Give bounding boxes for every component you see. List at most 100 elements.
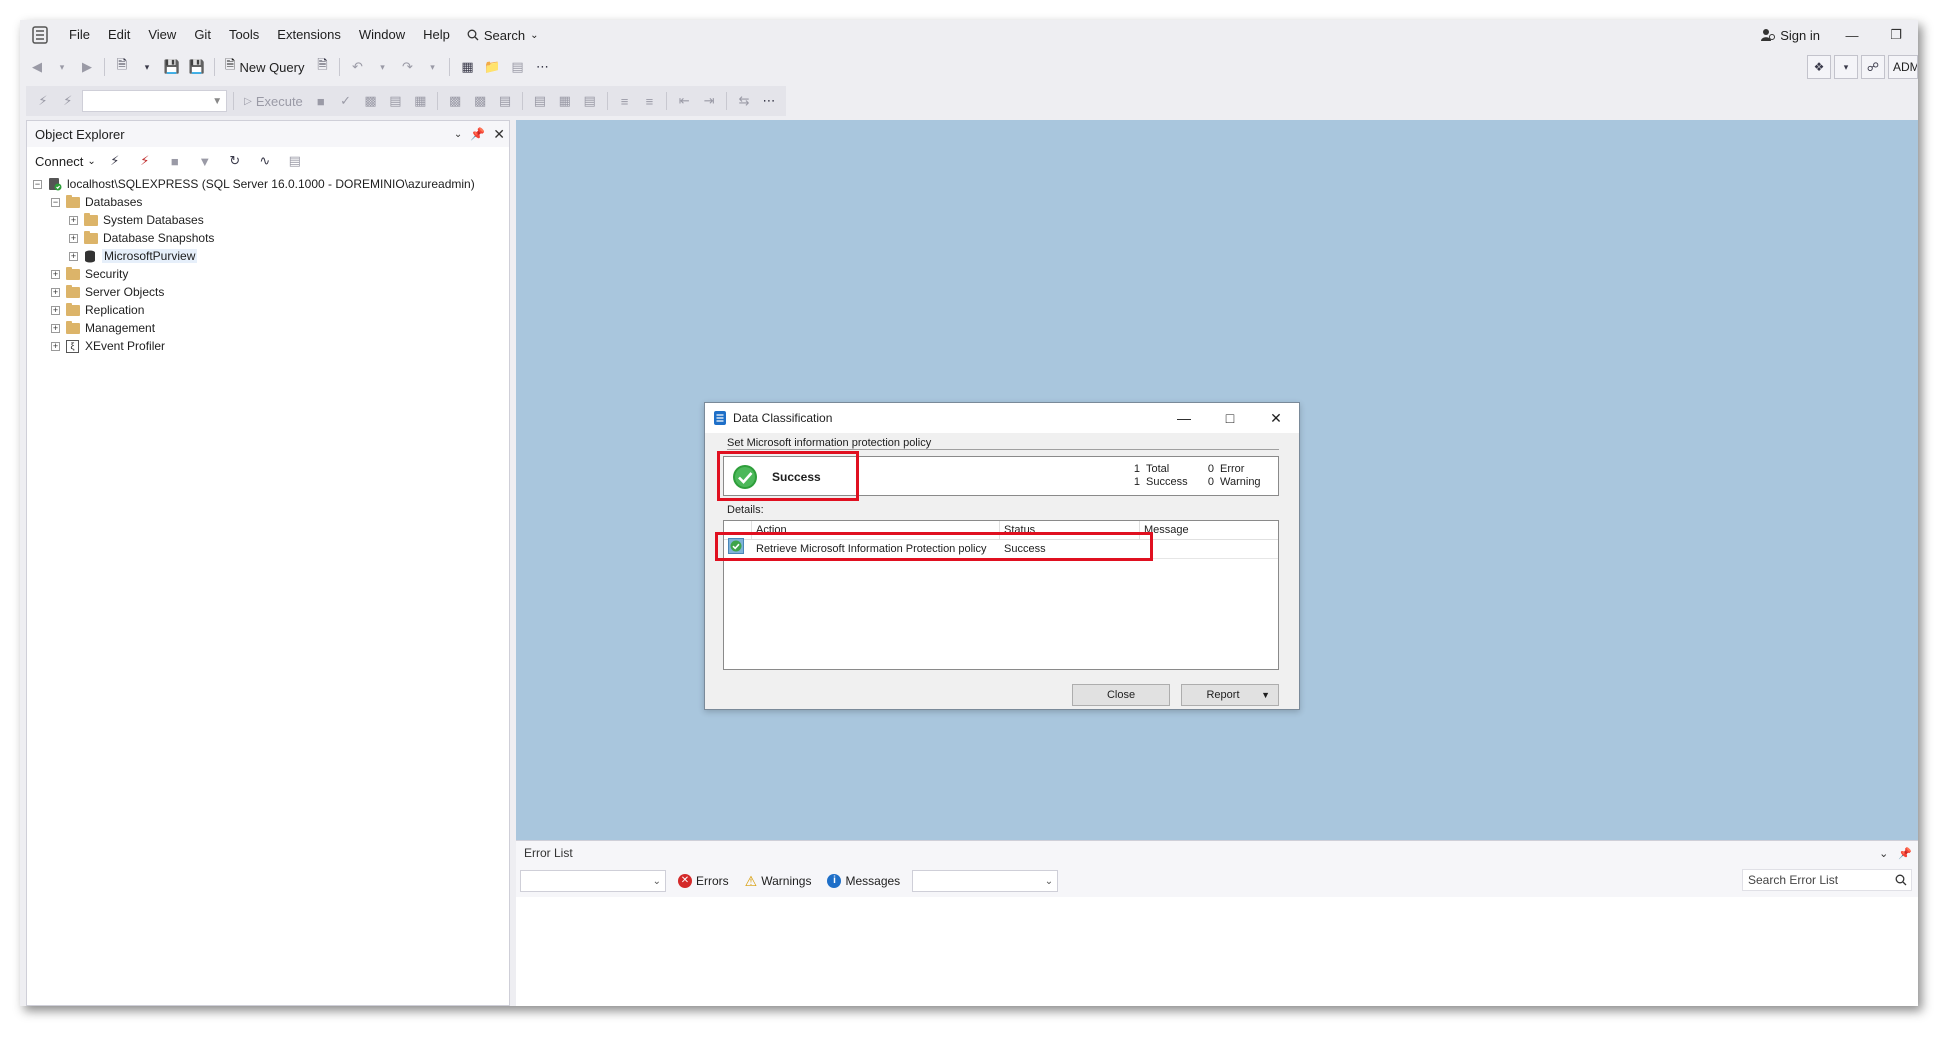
activity-monitor-icon[interactable]: ▦ bbox=[456, 56, 478, 78]
pin-icon[interactable]: 📌 bbox=[1898, 847, 1912, 860]
execute-button[interactable]: ▷ Execute bbox=[240, 94, 307, 109]
chevron-down-icon[interactable]: ▾ bbox=[421, 56, 443, 78]
expand-toggle[interactable]: + bbox=[69, 215, 78, 225]
undo-icon[interactable]: ↶ bbox=[346, 56, 368, 78]
results-grid-icon[interactable]: ▦ bbox=[554, 90, 576, 112]
change-connection-icon[interactable]: ⚡ bbox=[57, 90, 79, 112]
collapse-toggle[interactable]: − bbox=[33, 179, 42, 189]
menu-edit[interactable]: Edit bbox=[99, 20, 139, 50]
properties-icon[interactable]: ▤ bbox=[506, 56, 528, 78]
results-file-icon[interactable]: ▤ bbox=[579, 90, 601, 112]
refresh-icon[interactable]: ↻ bbox=[224, 150, 246, 172]
chevron-down-icon[interactable]: ▾ bbox=[136, 56, 158, 78]
expand-toggle[interactable]: + bbox=[51, 323, 60, 333]
live-stats-icon[interactable]: ▩ bbox=[469, 90, 491, 112]
summary-icon[interactable]: ▤ bbox=[284, 150, 306, 172]
open-file-icon[interactable]: 📁 bbox=[481, 56, 503, 78]
display-plan-icon[interactable]: ▩ bbox=[360, 90, 382, 112]
stop-icon[interactable]: ■ bbox=[164, 150, 186, 172]
activity-icon[interactable]: ∿ bbox=[254, 150, 276, 172]
expand-toggle[interactable]: + bbox=[51, 287, 60, 297]
parse-icon[interactable]: ✓ bbox=[335, 90, 357, 112]
dialog-close-button[interactable]: ✕ bbox=[1253, 403, 1299, 433]
report-button[interactable]: Report ▼ bbox=[1181, 684, 1279, 706]
folder-icon bbox=[66, 194, 80, 208]
uncomment-icon[interactable]: ≡ bbox=[638, 90, 660, 112]
save-icon[interactable]: 💾 bbox=[161, 56, 183, 78]
connect-plug-icon[interactable]: ⚡ bbox=[104, 150, 126, 172]
more-icon[interactable]: ⋯ bbox=[758, 90, 780, 112]
save-all-icon[interactable]: 💾 bbox=[186, 56, 208, 78]
pin-icon[interactable]: 📌 bbox=[470, 127, 485, 141]
expand-toggle[interactable]: + bbox=[51, 305, 60, 315]
disconnect-icon[interactable]: ⚡ bbox=[134, 150, 156, 172]
tree-node-database-snapshots[interactable]: + Database Snapshots bbox=[33, 229, 509, 247]
dialog-minimize-button[interactable]: — bbox=[1161, 403, 1207, 433]
stop-icon[interactable]: ■ bbox=[310, 90, 332, 112]
tree-node-management[interactable]: + Management bbox=[33, 319, 509, 337]
minimize-button[interactable]: — bbox=[1830, 20, 1874, 50]
tree-node-microsoftpurview[interactable]: + MicrosoftPurview bbox=[33, 247, 509, 265]
menu-help[interactable]: Help bbox=[414, 20, 459, 50]
database-selector[interactable]: ▼ bbox=[81, 90, 228, 112]
connect-dropdown[interactable]: Connect ⌄ bbox=[35, 154, 96, 169]
expand-toggle[interactable]: + bbox=[69, 233, 78, 243]
new-project-icon[interactable]: 🗎 bbox=[111, 56, 133, 78]
connect-icon[interactable]: ⚡ bbox=[32, 90, 54, 112]
results-text-icon[interactable]: ▤ bbox=[529, 90, 551, 112]
expand-toggle[interactable]: + bbox=[51, 341, 60, 351]
tree-node-security[interactable]: + Security bbox=[33, 265, 509, 283]
chevron-down-icon[interactable]: ▾ bbox=[51, 56, 73, 78]
menu-file[interactable]: File bbox=[60, 20, 99, 50]
messages-filter[interactable]: i Messages bbox=[823, 874, 904, 888]
errors-filter[interactable]: ✕ Errors bbox=[674, 874, 733, 888]
menu-extensions[interactable]: Extensions bbox=[268, 20, 350, 50]
comment-icon[interactable]: ≡ bbox=[614, 90, 636, 112]
back-icon[interactable]: ◀ bbox=[26, 56, 48, 78]
dialog-maximize-button[interactable]: □ bbox=[1207, 403, 1253, 433]
expand-toggle[interactable]: + bbox=[69, 251, 78, 261]
sign-in-button[interactable]: Sign in bbox=[1751, 28, 1830, 43]
close-icon[interactable]: ✕ bbox=[493, 126, 505, 143]
tree-node-replication[interactable]: + Replication bbox=[33, 301, 509, 319]
menu-view[interactable]: View bbox=[139, 20, 185, 50]
client-stats-icon[interactable]: ▤ bbox=[494, 90, 516, 112]
query-designer-icon[interactable]: ▤ bbox=[384, 90, 406, 112]
expand-toggle[interactable]: + bbox=[51, 269, 60, 279]
build-filter-selector[interactable]: ⌄ bbox=[912, 870, 1059, 892]
menu-window[interactable]: Window bbox=[350, 20, 414, 50]
menu-tools[interactable]: Tools bbox=[220, 20, 268, 50]
message-column-header[interactable]: Message bbox=[1140, 521, 1278, 539]
restore-button[interactable]: ❐ bbox=[1874, 20, 1918, 50]
chevron-down-icon[interactable]: ⌄ bbox=[1879, 847, 1888, 860]
menu-search[interactable]: Search ⌄ bbox=[459, 28, 547, 43]
specify-values-icon[interactable]: ⇆ bbox=[733, 90, 755, 112]
menu-git[interactable]: Git bbox=[185, 20, 220, 50]
copilot-icon[interactable]: ❖ bbox=[1807, 55, 1831, 79]
intellisense-icon[interactable]: ▦ bbox=[409, 90, 431, 112]
error-list-search[interactable]: Search Error List bbox=[1742, 869, 1912, 891]
tree-node-server-objects[interactable]: + Server Objects bbox=[33, 283, 509, 301]
filter-icon[interactable]: ▼ bbox=[194, 150, 216, 172]
tree-node-system-databases[interactable]: + System Databases bbox=[33, 211, 509, 229]
account-badge[interactable]: ADM bbox=[1888, 55, 1918, 79]
close-button[interactable]: Close bbox=[1072, 684, 1170, 706]
decrease-indent-icon[interactable]: ⇤ bbox=[673, 90, 695, 112]
collapse-toggle[interactable]: − bbox=[51, 197, 60, 207]
database-query-icon[interactable]: 🗎 bbox=[311, 56, 333, 78]
warnings-filter[interactable]: ⚠ Warnings bbox=[741, 873, 816, 890]
redo-icon[interactable]: ↷ bbox=[396, 56, 418, 78]
chevron-down-icon[interactable]: ▾ bbox=[1834, 55, 1858, 79]
tree-node-databases[interactable]: − Databases bbox=[33, 193, 509, 211]
tree-node-server[interactable]: − localhost\SQLEXPRESS (SQL Server 16.0.… bbox=[33, 175, 509, 193]
tree-node-xevent-profiler[interactable]: + ξ XEvent Profiler bbox=[33, 337, 509, 355]
more-icon[interactable]: ⋯ bbox=[531, 56, 553, 78]
scope-selector[interactable]: ⌄ bbox=[520, 870, 666, 892]
increase-indent-icon[interactable]: ⇥ bbox=[698, 90, 720, 112]
new-query-button[interactable]: 🗎 New Query bbox=[221, 56, 308, 78]
chevron-down-icon[interactable]: ⌄ bbox=[454, 129, 462, 140]
include-plan-icon[interactable]: ▩ bbox=[444, 90, 466, 112]
chevron-down-icon[interactable]: ▾ bbox=[371, 56, 393, 78]
feedback-icon[interactable]: ☍ bbox=[1861, 55, 1885, 79]
forward-icon[interactable]: ▶ bbox=[76, 56, 98, 78]
